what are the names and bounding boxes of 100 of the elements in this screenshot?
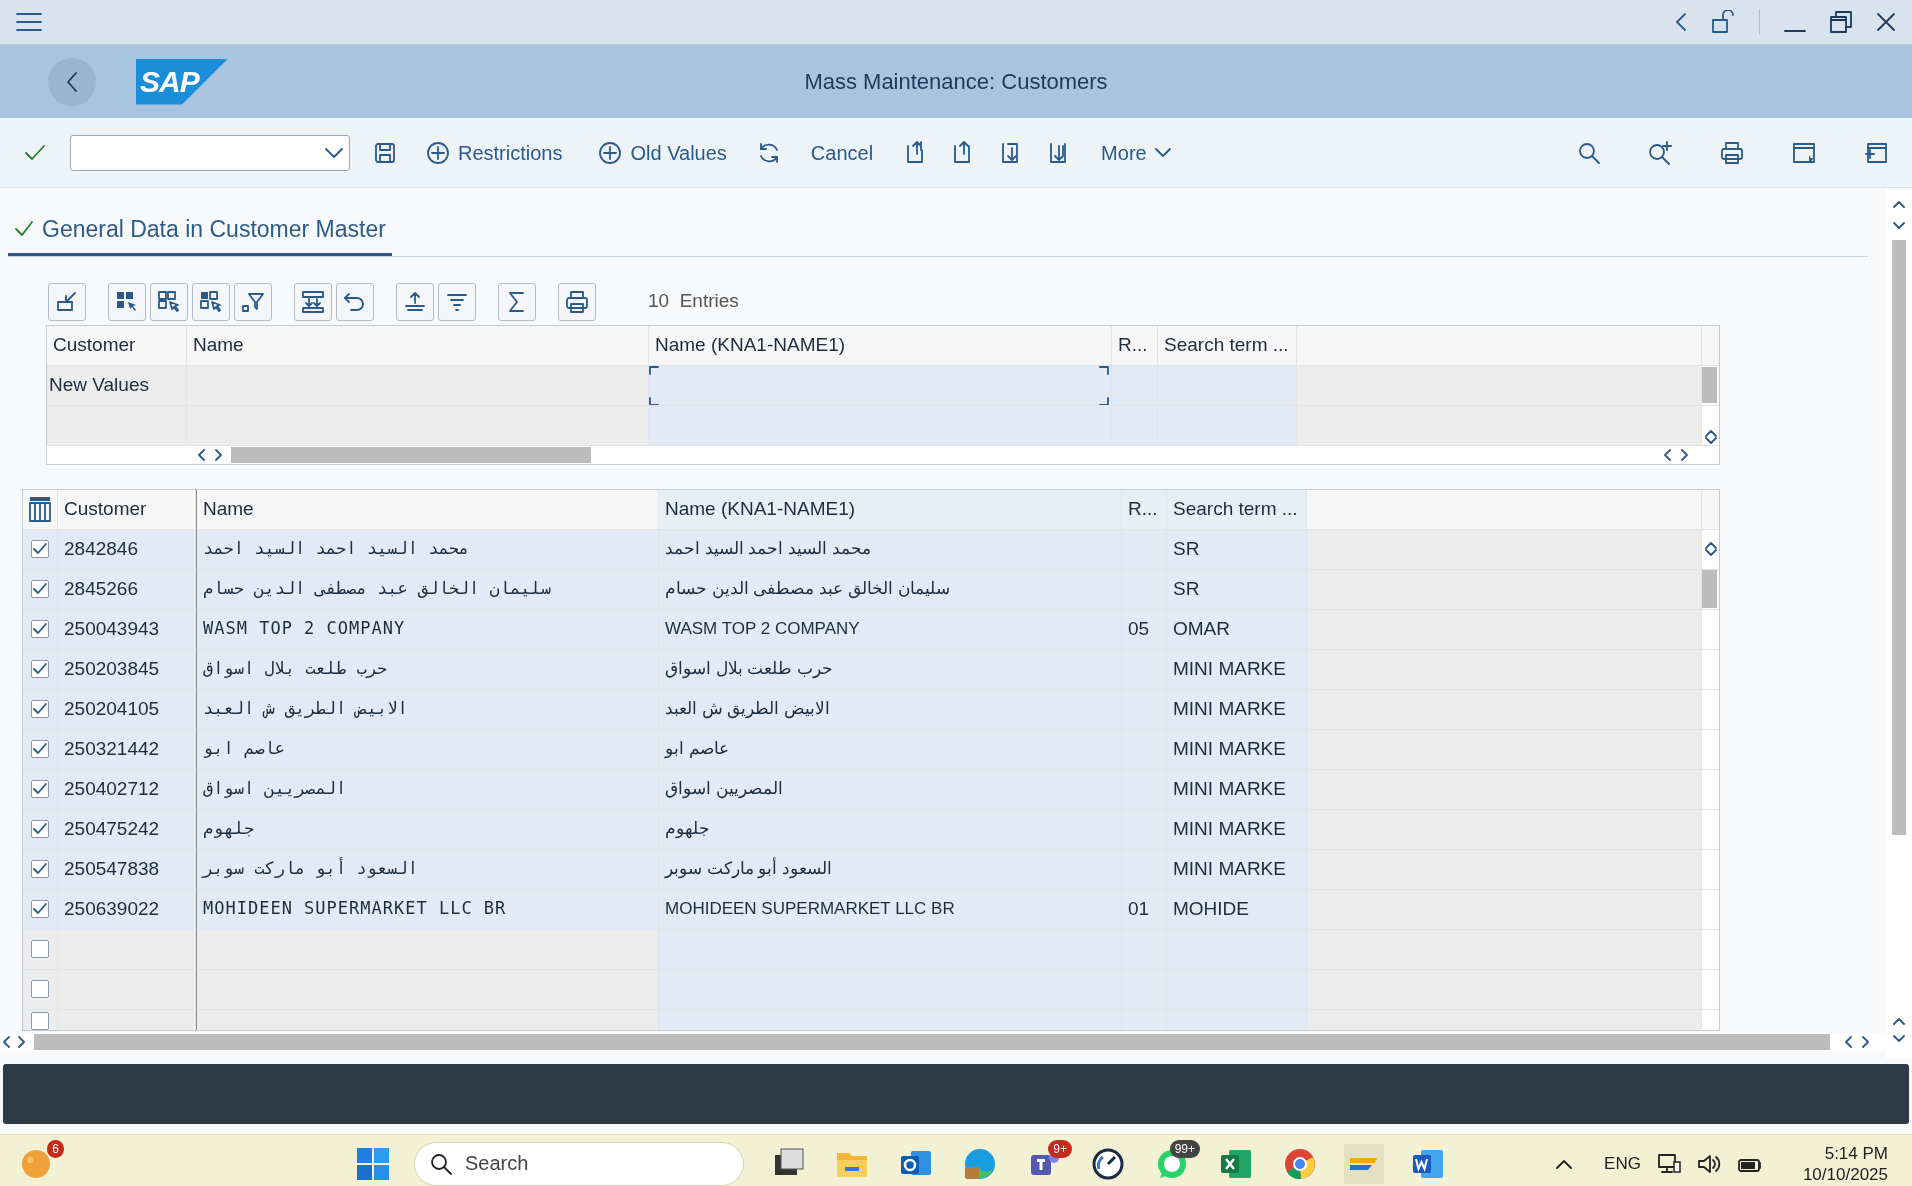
language-indicator[interactable]: ENG <box>1604 1150 1641 1177</box>
scroll-up-icon[interactable] <box>1893 1017 1905 1025</box>
speedometer-icon[interactable] <box>1091 1146 1125 1181</box>
checkbox[interactable] <box>31 620 49 638</box>
column-header[interactable]: Search term ... <box>1158 325 1297 366</box>
checkmark-icon <box>33 903 47 915</box>
table-cell: MINI MARKE <box>1167 689 1307 730</box>
more-menu-button[interactable]: More <box>1095 133 1177 172</box>
chevron-right-icon[interactable] <box>18 1035 26 1048</box>
select-block-icon <box>199 289 223 314</box>
toolbar-button[interactable]: Cancel <box>804 133 880 172</box>
table-cell: 250321442 <box>58 729 196 770</box>
toolbar-button[interactable]: Restrictions <box>420 133 569 172</box>
plus-circle-icon <box>598 140 623 165</box>
scroll-down-icon[interactable] <box>1893 1034 1905 1043</box>
checkbox[interactable] <box>31 820 49 838</box>
column-header[interactable]: Name (KNA1-NAME1) <box>649 325 1112 366</box>
checkbox[interactable] <box>31 660 49 678</box>
table-cell: WASM TOP 2 COMPANY <box>196 609 659 650</box>
filter-button[interactable] <box>234 282 272 321</box>
search-icon[interactable] <box>1578 141 1600 164</box>
chevron-left-icon[interactable] <box>197 448 205 461</box>
sort-ascending-button[interactable] <box>396 282 434 321</box>
speaker-icon[interactable] <box>1696 1153 1721 1174</box>
scrollbar-thumb[interactable] <box>1702 570 1717 608</box>
checkbox[interactable] <box>31 540 49 558</box>
clock-time[interactable]: 5:14 PM <box>1824 1142 1888 1164</box>
column-settings-icon[interactable] <box>29 496 51 522</box>
scroll-down-icon[interactable] <box>1704 549 1717 557</box>
deselect-all-button[interactable] <box>150 282 188 321</box>
command-field[interactable] <box>70 134 350 171</box>
checkbox[interactable] <box>31 860 49 878</box>
scroll-down-icon[interactable] <box>1704 436 1717 445</box>
scroll-up-icon[interactable] <box>1893 199 1905 208</box>
search-field[interactable]: Search <box>414 1141 744 1186</box>
chevron-left-icon[interactable] <box>1675 12 1687 32</box>
close-icon[interactable] <box>1876 12 1896 32</box>
column-header[interactable]: Name <box>196 489 659 530</box>
sum-button[interactable] <box>498 282 536 321</box>
scrollbar-thumb[interactable] <box>1702 367 1717 403</box>
window-icon[interactable] <box>1864 140 1888 165</box>
scroll-up-icon[interactable] <box>1704 541 1717 549</box>
table-cell[interactable] <box>1112 405 1158 446</box>
scrollbar-thumb[interactable] <box>34 1033 1830 1050</box>
checkbox[interactable] <box>31 580 49 598</box>
padlock-icon[interactable] <box>1711 10 1735 34</box>
toolbar-button[interactable]: Old Values <box>592 133 733 172</box>
checkbox[interactable] <box>31 780 49 798</box>
chevron-right-icon[interactable] <box>1681 448 1689 461</box>
menu-icon[interactable] <box>16 12 42 32</box>
scrollbar-thumb[interactable] <box>1892 240 1906 835</box>
chevron-left-icon[interactable] <box>1663 448 1671 461</box>
export-icon <box>55 289 79 314</box>
scroll-up-icon[interactable] <box>1704 428 1717 437</box>
clock-date[interactable]: 10/10/2025 <box>1802 1163 1888 1185</box>
scroll-down-icon[interactable] <box>1893 221 1905 230</box>
chevron-left-icon[interactable] <box>1844 1035 1852 1048</box>
sort-descending-button[interactable] <box>438 282 476 321</box>
column-header[interactable]: R... <box>1112 325 1158 366</box>
column-header[interactable]: Customer <box>58 489 196 530</box>
save-icon[interactable] <box>374 141 396 164</box>
chevron-up-icon[interactable] <box>1556 1158 1573 1169</box>
restore-icon[interactable] <box>1830 11 1852 33</box>
checkbox[interactable] <box>31 940 49 958</box>
table-cell[interactable] <box>1158 405 1297 446</box>
select-all-button[interactable] <box>108 282 146 321</box>
checkbox[interactable] <box>31 740 49 758</box>
table-cell[interactable] <box>187 365 649 406</box>
checkbox[interactable] <box>31 900 49 918</box>
chevron-left-icon[interactable] <box>2 1035 10 1048</box>
column-header[interactable]: Name (KNA1-NAME1) <box>659 489 1122 530</box>
search-next-icon[interactable] <box>1648 140 1672 165</box>
table-cell[interactable] <box>649 405 1112 446</box>
print-button[interactable] <box>558 282 596 321</box>
column-header[interactable]: Search term ... <box>1167 489 1307 530</box>
chevron-right-icon[interactable] <box>1862 1035 1870 1048</box>
browser-icon[interactable] <box>963 1146 997 1181</box>
column-header[interactable]: R... <box>1122 489 1167 530</box>
print-icon[interactable] <box>1720 140 1744 165</box>
windows-start-icon[interactable] <box>356 1146 390 1181</box>
weather-icon <box>20 1147 52 1180</box>
column-header[interactable]: Customer <box>47 325 187 366</box>
scrollbar-thumb[interactable] <box>231 446 591 463</box>
replace-button[interactable] <box>294 282 332 321</box>
column-header[interactable]: Name <box>187 325 649 366</box>
entry-count: 10 Entries <box>648 289 739 314</box>
checkmark-icon[interactable] <box>24 143 46 162</box>
chevron-right-icon[interactable] <box>215 448 223 461</box>
undo-button[interactable] <box>336 282 374 321</box>
table-cell[interactable] <box>187 405 649 446</box>
checkmark-icon <box>33 663 47 675</box>
select-block-button[interactable] <box>192 282 230 321</box>
table-cell: حرب طلعت بلال اسواق <box>659 649 1122 690</box>
checkbox[interactable] <box>31 700 49 718</box>
checkbox[interactable] <box>31 1011 49 1030</box>
export-button[interactable] <box>48 282 86 321</box>
checkbox[interactable] <box>31 980 49 998</box>
notification-badge: 9+ <box>1048 1139 1072 1158</box>
section-title[interactable]: General Data in Customer Master <box>42 212 386 247</box>
network-icon[interactable] <box>1656 1152 1681 1175</box>
